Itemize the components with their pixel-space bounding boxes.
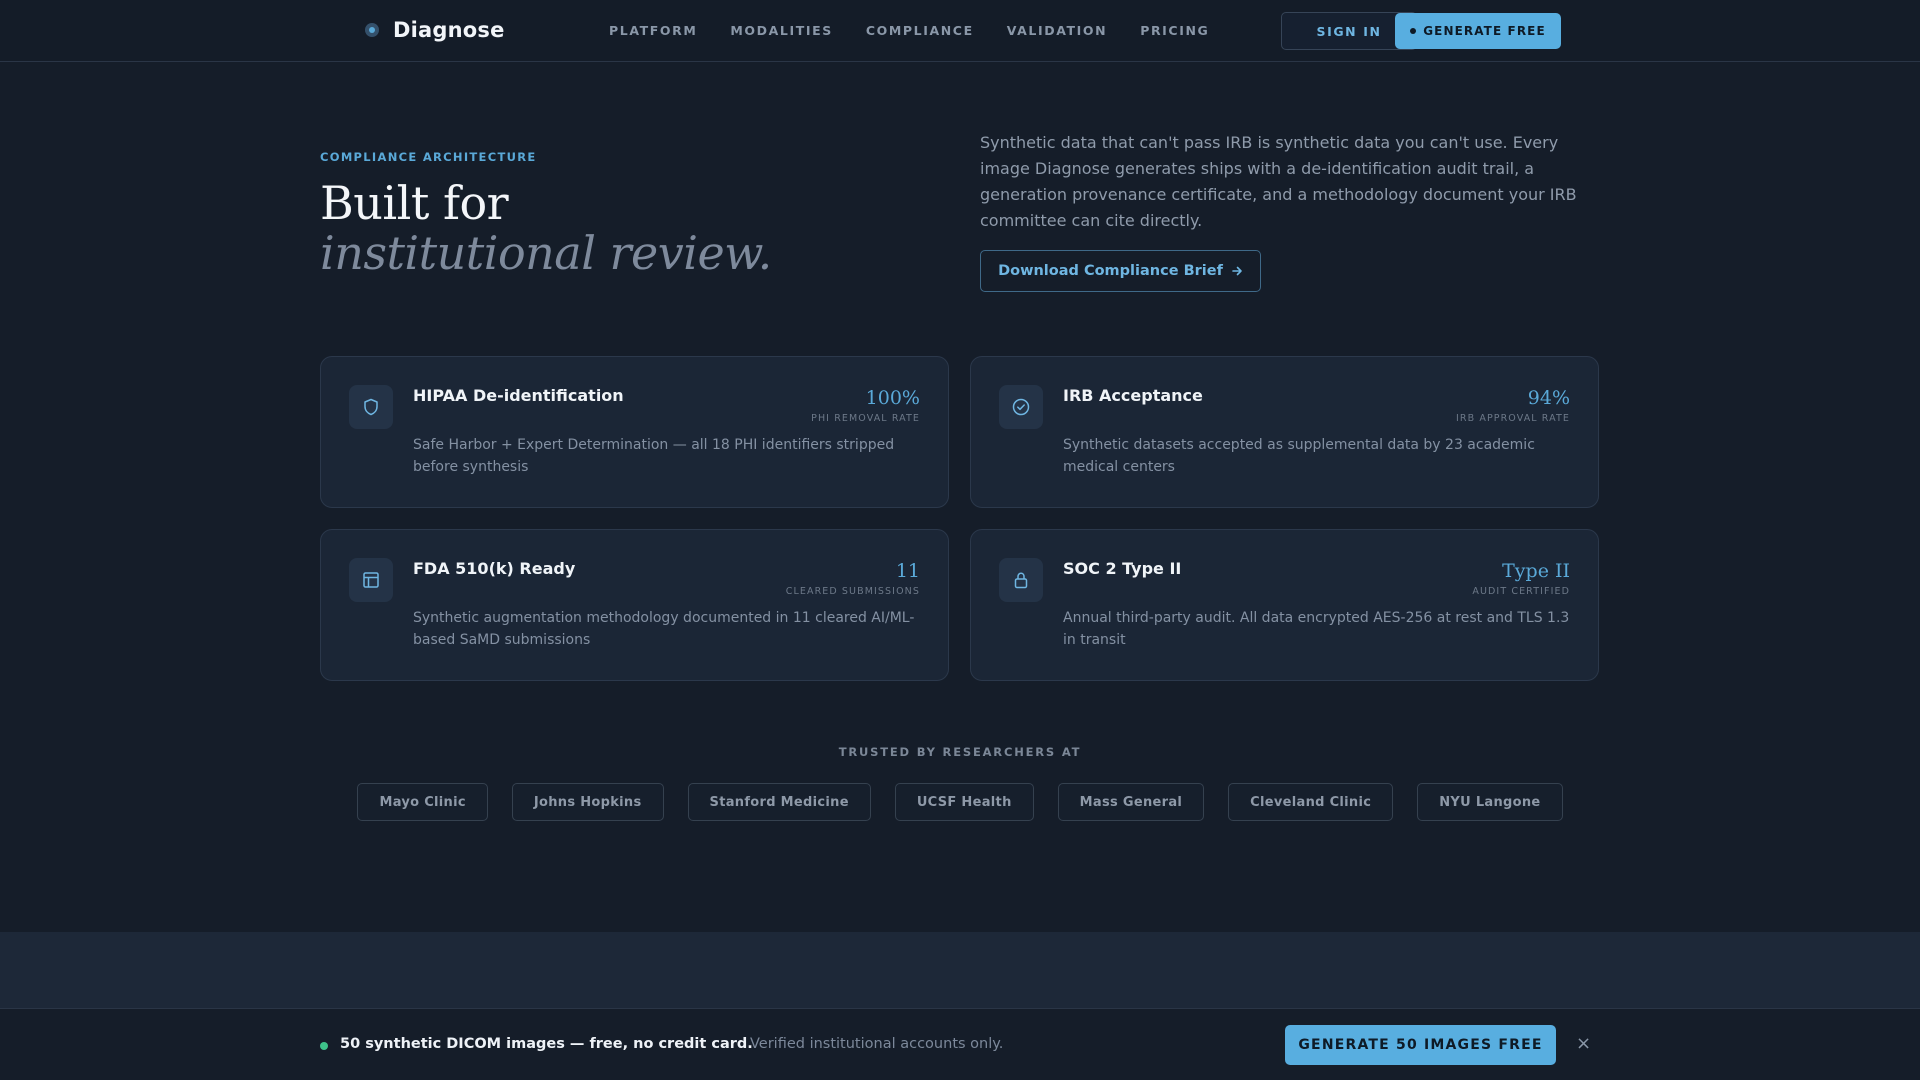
section-eyebrow: COMPLIANCE ARCHITECTURE xyxy=(320,150,537,164)
nav-links: PLATFORM MODALITIES COMPLIANCE VALIDATIO… xyxy=(609,23,1209,38)
metric-label: CLEARED SUBMISSIONS xyxy=(785,586,920,597)
card-metric: 100% PHI REMOVAL RATE xyxy=(811,387,920,424)
page-title: Built for institutional review. xyxy=(320,178,772,278)
close-icon[interactable]: × xyxy=(1576,1033,1591,1055)
trusted-label: TRUSTED BY RESEARCHERS AT xyxy=(838,745,1082,759)
org-badge: Cleveland Clinic xyxy=(1228,783,1394,821)
layout-icon xyxy=(363,572,379,588)
metric-label: IRB APPROVAL RATE xyxy=(1456,413,1570,424)
card-icon-container xyxy=(999,385,1043,429)
check-circle-icon xyxy=(1012,398,1030,416)
card-soc2: SOC 2 Type II Type II AUDIT CERTIFIED An… xyxy=(970,529,1599,681)
card-title: FDA 510(k) Ready xyxy=(413,559,576,578)
generate-free-button[interactable]: GENERATE FREE xyxy=(1395,13,1561,49)
status-dot-icon xyxy=(320,1042,328,1050)
brand-name: Diagnose xyxy=(393,18,505,42)
metric-value: 100% xyxy=(865,387,920,409)
title-line-2: institutional review. xyxy=(320,226,772,280)
download-compliance-brief-button[interactable]: Download Compliance Brief xyxy=(980,250,1261,292)
dot-icon xyxy=(1410,28,1417,34)
org-badge: UCSF Health xyxy=(894,783,1034,821)
shield-icon xyxy=(364,398,378,416)
promo-subtext: Verified institutional accounts only. xyxy=(750,1036,1004,1052)
card-fda: FDA 510(k) Ready 11 CLEARED SUBMISSIONS … xyxy=(320,529,949,681)
org-badge: Mayo Clinic xyxy=(357,783,488,821)
card-icon-container xyxy=(999,558,1043,602)
lock-icon xyxy=(1014,572,1028,589)
org-badge: Mass General xyxy=(1057,783,1205,821)
card-metric: Type II AUDIT CERTIFIED xyxy=(1472,560,1570,597)
promo-bottom-bar: 50 synthetic DICOM images — free, no cre… xyxy=(0,1008,1920,1080)
metric-value: 11 xyxy=(895,560,920,582)
metric-value: 94% xyxy=(1527,387,1570,409)
nav-link-compliance[interactable]: COMPLIANCE xyxy=(866,23,974,38)
card-description: Safe Harbor + Expert Determination — all… xyxy=(413,437,895,475)
card-title: SOC 2 Type II xyxy=(1063,559,1182,578)
card-irb: IRB Acceptance 94% IRB APPROVAL RATE Syn… xyxy=(970,356,1599,508)
generate-50-images-button[interactable]: GENERATE 50 IMAGES FREE xyxy=(1285,1025,1556,1065)
nav-link-platform[interactable]: PLATFORM xyxy=(609,23,697,38)
top-nav: Diagnose PLATFORM MODALITIES COMPLIANCE … xyxy=(0,0,1920,62)
nav-link-validation[interactable]: VALIDATION xyxy=(1007,23,1107,38)
card-metric: 94% IRB APPROVAL RATE xyxy=(1456,387,1570,424)
card-hipaa: HIPAA De-identification 100% PHI REMOVAL… xyxy=(320,356,949,508)
nav-link-pricing[interactable]: PRICING xyxy=(1140,23,1209,38)
card-metric: 11 CLEARED SUBMISSIONS xyxy=(786,560,920,597)
card-title: IRB Acceptance xyxy=(1063,386,1203,405)
org-badge: NYU Langone xyxy=(1417,783,1563,821)
generate-free-label: GENERATE FREE xyxy=(1423,24,1546,38)
arrow-right-icon xyxy=(1232,266,1242,276)
trusted-org-list: Mayo Clinic Johns Hopkins Stanford Medic… xyxy=(0,783,1920,821)
metric-label: AUDIT CERTIFIED xyxy=(1472,586,1570,597)
title-line-1: Built for xyxy=(320,176,509,230)
lower-section-band xyxy=(0,932,1920,1008)
card-icon-container xyxy=(349,558,393,602)
card-description: Synthetic datasets accepted as supplemen… xyxy=(1063,437,1535,475)
card-icon-container xyxy=(349,385,393,429)
org-badge: Stanford Medicine xyxy=(687,783,871,821)
nav-link-modalities[interactable]: MODALITIES xyxy=(730,23,832,38)
logo-mark-icon xyxy=(365,23,379,37)
brand-logo[interactable]: Diagnose xyxy=(365,18,505,42)
promo-headline: 50 synthetic DICOM images — free, no cre… xyxy=(340,1036,753,1052)
card-description: Annual third-party audit. All data encry… xyxy=(1063,610,1570,648)
download-brief-label: Download Compliance Brief xyxy=(998,263,1223,279)
metric-label: PHI REMOVAL RATE xyxy=(811,413,920,424)
metric-value: Type II xyxy=(1502,560,1570,582)
hero-description: Synthetic data that can't pass IRB is sy… xyxy=(980,133,1577,230)
card-title: HIPAA De-identification xyxy=(413,386,624,405)
org-badge: Johns Hopkins xyxy=(511,783,664,821)
card-description: Synthetic augmentation methodology docum… xyxy=(413,610,915,648)
